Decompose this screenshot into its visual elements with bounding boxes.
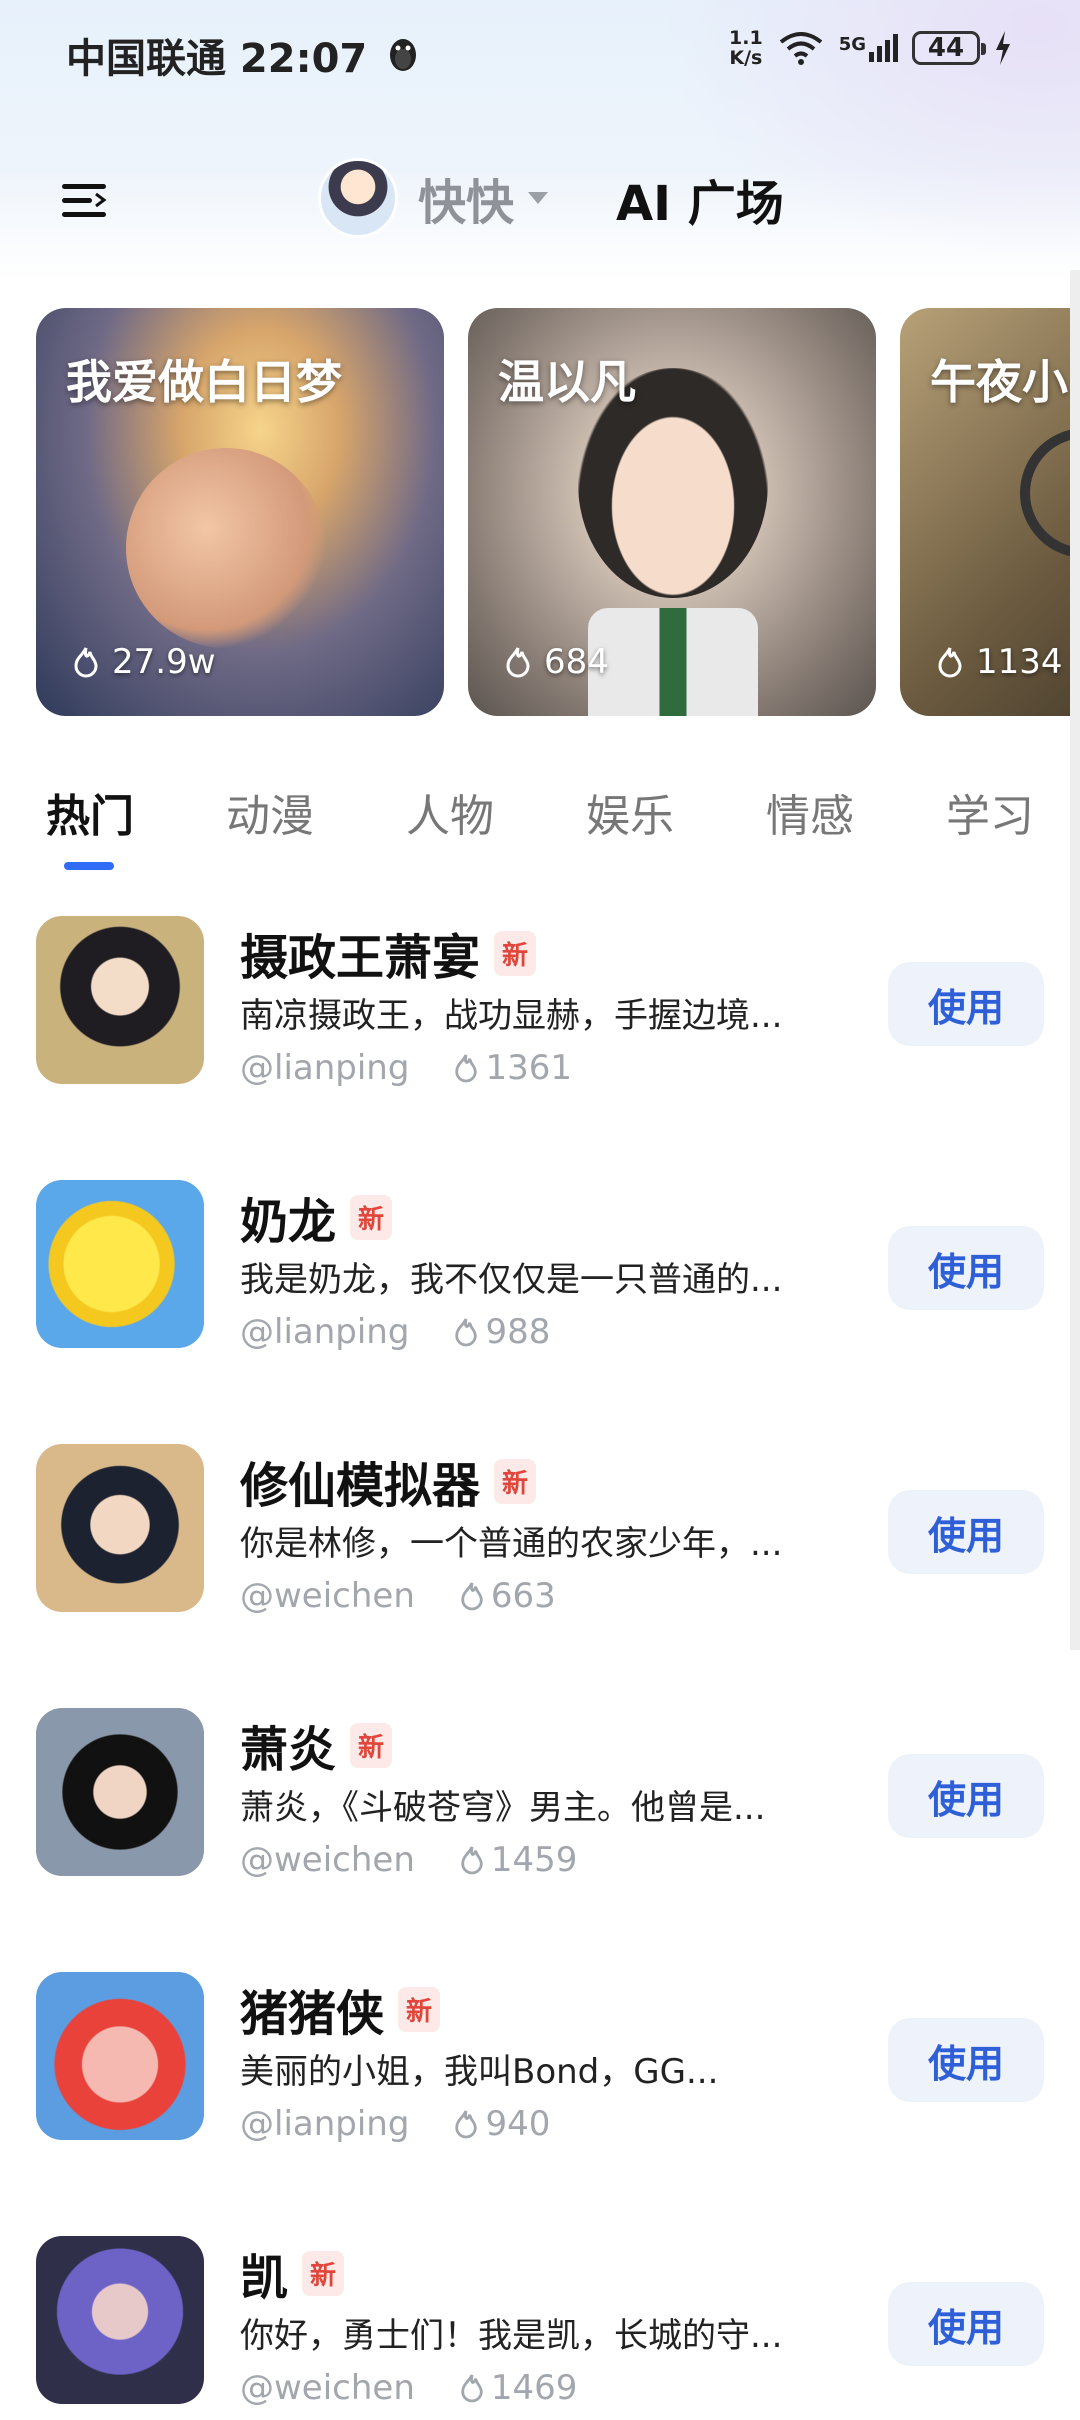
status-right: 1.1 K/s 5G 44 (729, 28, 1012, 68)
avatar (36, 1708, 204, 1876)
avatar (36, 1972, 204, 2140)
item-author: @lianping (240, 1312, 410, 1352)
item-name: 奶龙 (240, 1194, 337, 1250)
item-count: 663 (490, 1576, 556, 1616)
cell-signal-icon: 5G (839, 34, 898, 62)
battery-indicator: 44 (912, 31, 986, 65)
featured-title: 午夜小 (930, 355, 1068, 409)
new-badge: 新 (350, 1722, 393, 1768)
new-badge: 新 (302, 2250, 345, 2296)
item-count: 940 (485, 2104, 551, 2144)
featured-count: 684 (504, 642, 609, 682)
use-button[interactable]: 使用 (888, 1490, 1044, 1574)
featured-carousel[interactable]: 我爱做白日梦 27.9w 温以凡 684 午夜小 1134 (36, 308, 1080, 718)
fire-icon (455, 1054, 478, 1083)
item-author: @lianping (240, 1048, 410, 1088)
featured-card[interactable]: 午夜小 1134 (900, 308, 1080, 716)
featured-count: 1134 (936, 642, 1063, 682)
card-art (126, 448, 326, 648)
tab-anime[interactable]: 动漫 (226, 780, 314, 844)
tab-emotion[interactable]: 情感 (766, 780, 854, 844)
item-author: @weichen (240, 1840, 415, 1880)
new-badge: 新 (494, 1458, 537, 1504)
item-count: 1361 (485, 1048, 572, 1088)
item-description: 我是奶龙，我不仅仅是一只普通的... (240, 1260, 783, 1300)
fire-icon (506, 647, 530, 678)
item-name: 摄政王萧宴 (240, 930, 481, 986)
wifi-icon (779, 32, 822, 65)
menu-icon[interactable] (56, 172, 112, 228)
fire-icon (938, 647, 962, 678)
avatar (318, 158, 398, 238)
fire-icon (74, 647, 98, 678)
use-button[interactable]: 使用 (888, 962, 1044, 1046)
carrier-time: 中国联通 22:07 (66, 36, 368, 82)
item-count: 1459 (490, 1840, 578, 1880)
list-item[interactable]: 摄政王萧宴 新 南凉摄政王，战功显赫，手握边境... @lianping 136… (0, 900, 1080, 1100)
avatar (36, 916, 204, 1084)
model-name: 快快 (418, 175, 515, 231)
tab-hot[interactable]: 热门 (46, 780, 134, 844)
fire-icon (461, 1846, 483, 1875)
item-description: 萧炎，《斗破苍穹》男主。他曾是... (240, 1788, 766, 1828)
featured-card[interactable]: 温以凡 684 (468, 308, 876, 716)
page-title: AI 广场 (616, 176, 784, 232)
item-name: 萧炎 (240, 1722, 337, 1778)
item-description: 南凉摄政王，战功显赫，手握边境... (240, 996, 783, 1036)
featured-title: 我爱做白日梦 (66, 355, 342, 409)
featured-card[interactable]: 我爱做白日梦 27.9w (36, 308, 444, 716)
net-speed: 1.1 K/s (729, 27, 763, 69)
use-button[interactable]: 使用 (888, 2018, 1044, 2102)
tab-underline (64, 862, 114, 870)
avatar (36, 1180, 204, 1348)
tab-study[interactable]: 学习 (946, 780, 1034, 844)
tab-people[interactable]: 人物 (406, 780, 494, 844)
item-count: 988 (485, 1312, 551, 1352)
new-badge: 新 (494, 930, 537, 976)
use-button[interactable]: 使用 (888, 1754, 1044, 1838)
item-description: 你是林修，一个普通的农家少年，... (240, 1524, 783, 1564)
list-item[interactable]: 猪猪侠 新 美丽的小姐，我叫Bond，GG... @lianping 940 使… (0, 1956, 1080, 2156)
fire-icon (461, 2374, 483, 2403)
use-button[interactable]: 使用 (888, 2282, 1044, 2366)
penguin-icon (390, 39, 417, 71)
fire-icon (461, 1582, 483, 1611)
list-item[interactable]: 奶龙 新 我是奶龙，我不仅仅是一只普通的... @lianping 988 使用 (0, 1164, 1080, 1364)
app-header: 快快 AI 广场 (0, 150, 1080, 250)
avatar (36, 2236, 204, 2404)
item-name: 凯 (240, 2250, 289, 2306)
new-badge: 新 (398, 1986, 441, 2032)
featured-title: 温以凡 (498, 355, 636, 409)
chevron-down-icon (528, 192, 549, 204)
avatar (36, 1444, 204, 1612)
list-item[interactable]: 凯 新 你好，勇士们！我是凯，长城的守... @weichen 1469 使用 (0, 2220, 1080, 2420)
category-tabs: 热门 动漫 人物 娱乐 情感 学习 (0, 780, 1080, 870)
status-bar: 中国联通 22:07 1.1 K/s 5G 44 (0, 0, 1080, 100)
model-selector[interactable]: 快快 (318, 158, 549, 238)
item-count: 1469 (490, 2368, 578, 2408)
tab-entertainment[interactable]: 娱乐 (586, 780, 674, 844)
fire-icon (455, 2110, 478, 2139)
list-item[interactable]: 萧炎 新 萧炎，《斗破苍穹》男主。他曾是... @weichen 1459 使用 (0, 1692, 1080, 1892)
charging-icon (996, 31, 1010, 65)
list-item[interactable]: 修仙模拟器 新 你是林修，一个普通的农家少年，... @weichen 663 … (0, 1428, 1080, 1628)
item-name: 修仙模拟器 (240, 1458, 481, 1514)
featured-count: 27.9w (72, 642, 216, 682)
item-author: @weichen (240, 1576, 415, 1616)
scrollbar[interactable] (1070, 270, 1080, 1650)
item-author: @lianping (240, 2104, 410, 2144)
new-badge: 新 (350, 1194, 393, 1240)
item-name: 猪猪侠 (240, 1986, 385, 2042)
item-description: 美丽的小姐，我叫Bond，GG... (240, 2052, 719, 2092)
status-left: 中国联通 22:07 (66, 26, 421, 84)
fire-icon (455, 1318, 478, 1347)
item-author: @weichen (240, 2368, 415, 2408)
use-button[interactable]: 使用 (888, 1226, 1044, 1310)
item-description: 你好，勇士们！我是凯，长城的守... (240, 2316, 783, 2356)
